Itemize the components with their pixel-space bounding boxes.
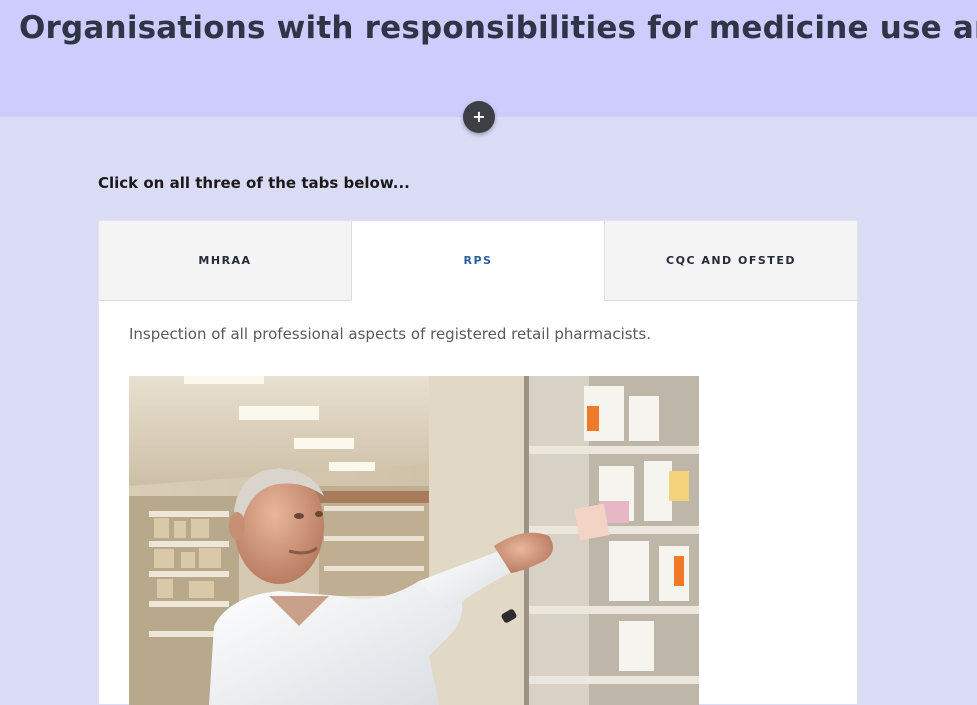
tab-panel: MHRAA RPS CQC AND OFSTED Inspection of a… — [98, 220, 858, 705]
tab-bar: MHRAA RPS CQC AND OFSTED — [99, 221, 857, 301]
page-title: Organisations with responsibilities for … — [19, 10, 977, 46]
expand-plus-button[interactable]: + — [463, 101, 495, 133]
tab-cqc-and-ofsted[interactable]: CQC AND OFSTED — [604, 221, 857, 301]
pharmacist-photo — [129, 376, 699, 705]
tab-rps[interactable]: RPS — [351, 221, 604, 301]
tab-content-text: Inspection of all professional aspects o… — [129, 325, 652, 343]
instruction-text: Click on all three of the tabs below... — [98, 174, 410, 192]
tab-mhraa[interactable]: MHRAA — [99, 221, 351, 301]
